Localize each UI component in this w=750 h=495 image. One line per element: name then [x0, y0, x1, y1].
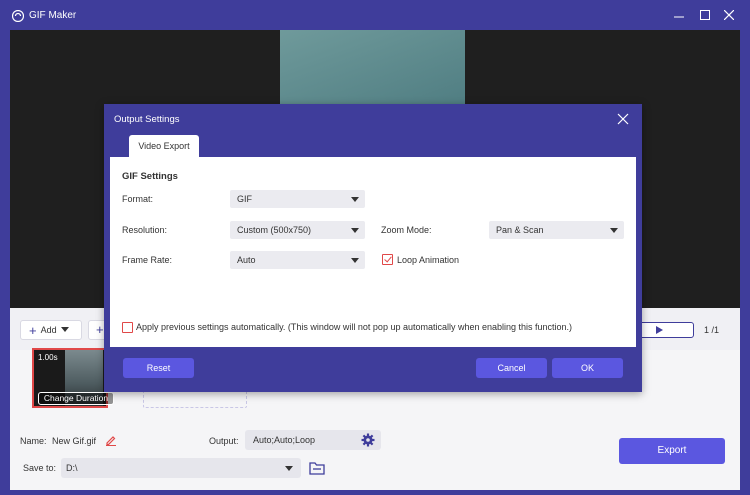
- title-bar: GIF Maker: [0, 0, 750, 30]
- apply-previous-checkbox[interactable]: [122, 322, 133, 333]
- zoom-mode-select[interactable]: Pan & Scan: [489, 221, 624, 239]
- cancel-button[interactable]: Cancel: [476, 358, 547, 378]
- clip-thumbnail[interactable]: 1.00s Change Duration: [32, 348, 114, 408]
- app-logo-icon: [12, 10, 24, 22]
- gear-icon[interactable]: [361, 433, 375, 447]
- edit-icon[interactable]: [105, 434, 117, 446]
- close-icon[interactable]: [720, 6, 738, 24]
- chevron-down-icon: [60, 327, 69, 332]
- format-select[interactable]: GIF: [230, 190, 365, 208]
- file-name: New Gif.gif: [52, 436, 97, 446]
- loop-animation-label: Loop Animation: [397, 255, 460, 265]
- change-duration-button[interactable]: Change Duration: [38, 392, 114, 405]
- chevron-down-icon[interactable]: [285, 466, 293, 471]
- format-value: GIF: [237, 194, 252, 204]
- play-icon[interactable]: [656, 326, 663, 334]
- clip-duration: 1.00s: [38, 353, 58, 362]
- zoom-mode-label: Zoom Mode:: [381, 225, 432, 235]
- frame-rate-select[interactable]: Auto: [230, 251, 365, 269]
- chevron-down-icon: [351, 228, 359, 233]
- resolution-value: Custom (500x750): [237, 225, 312, 235]
- dialog-title: Output Settings: [114, 114, 180, 125]
- chevron-down-icon: [610, 228, 618, 233]
- page-count: 1 /1: [704, 325, 720, 335]
- minimize-icon[interactable]: [670, 6, 688, 24]
- resolution-select[interactable]: Custom (500x750): [230, 221, 365, 239]
- tab-video-export[interactable]: Video Export: [129, 135, 199, 157]
- zoom-mode-value: Pan & Scan: [496, 225, 544, 235]
- save-to-select[interactable]: D:\: [61, 458, 301, 478]
- format-label: Format:: [122, 194, 154, 204]
- export-button[interactable]: Export: [619, 438, 725, 464]
- reset-button[interactable]: Reset: [123, 358, 194, 378]
- bottom-panel: Name: New Gif.gif Output: Auto;Auto;Loop…: [10, 420, 740, 490]
- chevron-down-icon: [351, 258, 359, 263]
- save-to-label: Save to:: [23, 463, 57, 473]
- add-button[interactable]: + Add: [20, 320, 82, 340]
- loop-animation-checkbox[interactable]: [382, 254, 393, 265]
- apply-settings-row: Apply previous settings automatically. (…: [110, 305, 636, 347]
- folder-icon[interactable]: [309, 461, 325, 475]
- plus-icon: +: [29, 322, 37, 338]
- output-settings-dialog: Output Settings Video Export GIF Setting…: [104, 104, 642, 392]
- ok-button[interactable]: OK: [552, 358, 623, 378]
- output-label: Output:: [209, 436, 239, 446]
- gif-settings-panel: GIF Settings Format: GIF Resolution: Cus…: [110, 157, 636, 305]
- frame-rate-label: Frame Rate:: [122, 255, 173, 265]
- maximize-icon[interactable]: [696, 6, 714, 24]
- close-icon[interactable]: [616, 112, 630, 126]
- window-title: GIF Maker: [29, 10, 77, 21]
- resolution-label: Resolution:: [122, 225, 168, 235]
- section-title: GIF Settings: [122, 171, 178, 182]
- apply-previous-label: Apply previous settings automatically. (…: [136, 322, 573, 332]
- frame-rate-value: Auto: [237, 255, 256, 265]
- name-label: Name:: [20, 436, 47, 446]
- chevron-down-icon: [351, 197, 359, 202]
- add-label: Add: [40, 325, 57, 335]
